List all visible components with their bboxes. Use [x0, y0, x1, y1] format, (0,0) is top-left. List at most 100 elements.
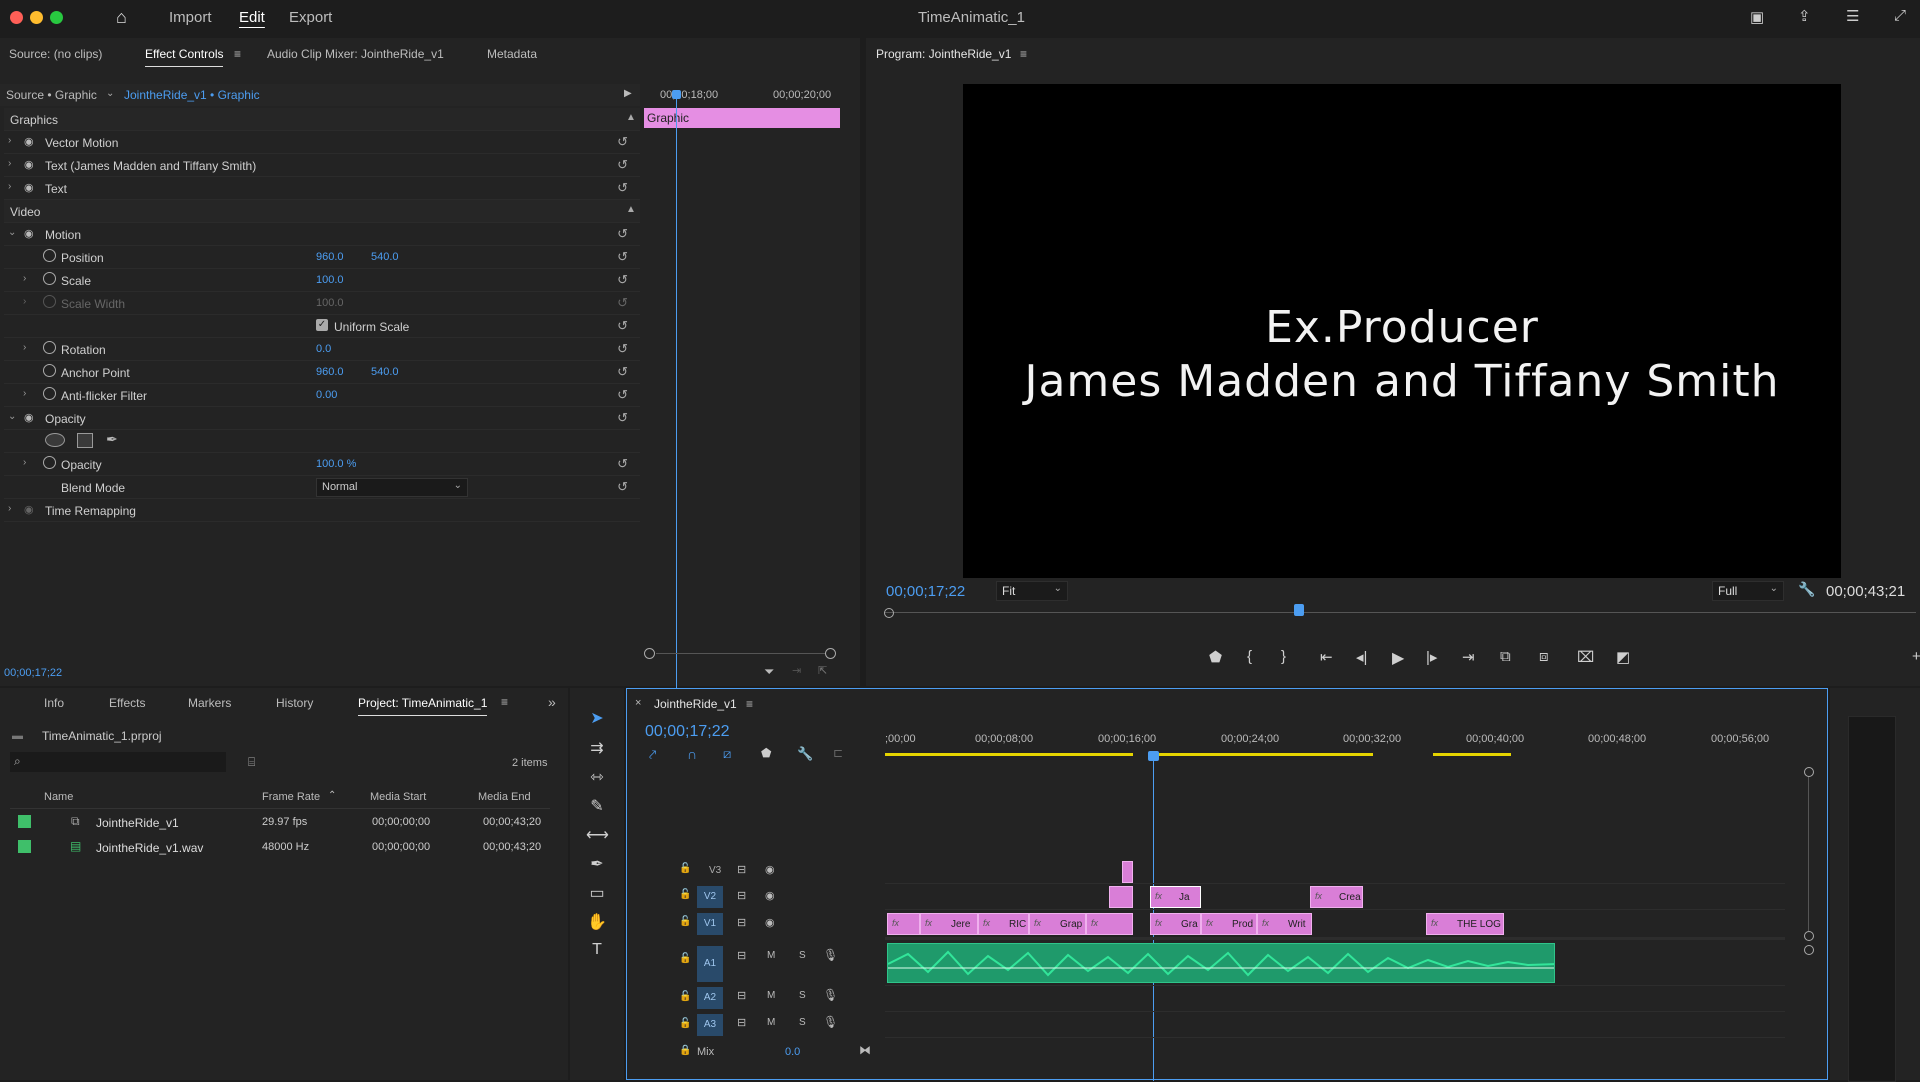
rotation-value[interactable]: 0.0: [316, 343, 331, 355]
v1-clip[interactable]: fx: [887, 913, 920, 935]
column-media-end[interactable]: Media End: [478, 791, 531, 803]
label-color-swatch[interactable]: [18, 815, 31, 828]
chevron-right-icon[interactable]: ›: [8, 181, 11, 192]
menu-export[interactable]: Export: [289, 9, 332, 26]
a1-audio-clip[interactable]: [887, 943, 1555, 983]
eye-icon[interactable]: ◉: [765, 863, 775, 876]
antiflicker-value[interactable]: 0.00: [316, 389, 337, 401]
source-selector[interactable]: Source • Graphic: [6, 88, 97, 102]
reset-icon[interactable]: ↺: [617, 456, 628, 472]
lock-icon[interactable]: 🔓: [679, 953, 691, 964]
snap-magnet-icon[interactable]: ∩: [687, 746, 697, 762]
uniform-scale-checkbox[interactable]: ✓: [316, 319, 328, 331]
stopwatch-icon[interactable]: [43, 272, 56, 285]
v2-clip[interactable]: fx Ja: [1150, 886, 1201, 908]
sequence-selector[interactable]: JointheRide_v1 • Graphic: [124, 88, 260, 102]
new-bin-icon[interactable]: ⌸: [248, 755, 255, 770]
program-video-frame[interactable]: Ex.Producer James Madden and Tiffany Smi…: [963, 84, 1841, 578]
step-back-icon[interactable]: ◂|: [1356, 648, 1367, 666]
reset-icon[interactable]: ↺: [617, 157, 628, 173]
add-button-icon[interactable]: +: [1912, 648, 1920, 665]
reset-icon[interactable]: ↺: [617, 410, 628, 426]
ec-zoom-scrollbar[interactable]: [644, 648, 836, 659]
column-name[interactable]: Name: [44, 791, 73, 803]
pen-tool-icon[interactable]: ✒: [586, 854, 608, 876]
track-label-v3[interactable]: V3: [709, 865, 721, 876]
uniform-scale-row[interactable]: ✓ Uniform Scale ↺: [4, 315, 640, 338]
program-scrub-bar[interactable]: [884, 604, 1916, 620]
export-frame-icon[interactable]: ⌧: [1577, 648, 1594, 666]
ec-playhead-handle[interactable]: [672, 90, 681, 99]
blend-mode-select[interactable]: Normal ⌄: [316, 478, 468, 497]
hand-tool-icon[interactable]: ✋: [586, 912, 608, 934]
workspaces-icon[interactable]: ▣: [1750, 8, 1764, 26]
ec-current-time[interactable]: 00;00;17;22: [4, 667, 62, 679]
v3-clip[interactable]: [1122, 861, 1133, 883]
collapse-up-icon[interactable]: ▲: [626, 204, 636, 215]
column-media-start[interactable]: Media Start: [370, 791, 426, 803]
menu-edit[interactable]: Edit: [239, 9, 265, 26]
chevron-right-icon[interactable]: ›: [23, 273, 26, 284]
chevron-down-icon[interactable]: ⌄: [8, 411, 16, 422]
play-triangle-icon[interactable]: ▶: [624, 88, 632, 99]
panel-menu-icon[interactable]: ≡: [1020, 47, 1027, 61]
motion-row[interactable]: ⌄ ◉ Motion ↺: [4, 223, 640, 246]
eye-icon[interactable]: ◉: [765, 916, 775, 929]
tab-info[interactable]: Info: [44, 696, 64, 710]
blend-mode-row[interactable]: Blend Mode Normal ⌄ ↺: [4, 476, 640, 499]
ec-graphic-clip[interactable]: Graphic: [644, 108, 840, 128]
lock-icon[interactable]: 🔓: [679, 889, 691, 900]
fit-select[interactable]: Fit ⌄: [996, 581, 1068, 601]
panel-menu-icon[interactable]: ≡: [501, 695, 508, 709]
reset-icon[interactable]: ↺: [617, 249, 628, 265]
timeline-playhead-handle[interactable]: [1148, 751, 1159, 761]
stopwatch-icon[interactable]: [43, 387, 56, 400]
anchor-point-row[interactable]: Anchor Point 960.0 540.0 ↺: [4, 361, 640, 384]
zoom-window-button[interactable]: [50, 11, 63, 24]
more-panels-icon[interactable]: »: [548, 694, 556, 710]
track-label-a2[interactable]: A2: [697, 987, 723, 1009]
mute-button[interactable]: M: [767, 990, 775, 1001]
antiflicker-row[interactable]: › Anti-flicker Filter 0.00 ↺: [4, 384, 640, 407]
v2-clip[interactable]: [1109, 886, 1133, 908]
text-row[interactable]: › ◉ Text ↺: [4, 177, 640, 200]
close-tab-icon[interactable]: ×: [635, 697, 641, 709]
anchor-x-value[interactable]: 960.0: [316, 366, 344, 378]
solo-button[interactable]: S: [799, 1017, 806, 1028]
rectangle-mask-icon[interactable]: [77, 433, 93, 448]
reset-icon[interactable]: ↺: [617, 226, 628, 242]
timeline-current-time[interactable]: 00;00;17;22: [645, 723, 730, 741]
close-window-button[interactable]: [10, 11, 23, 24]
sync-lock-icon[interactable]: ⊟: [737, 949, 746, 962]
ec-playhead[interactable]: [676, 94, 677, 688]
stopwatch-icon[interactable]: [43, 456, 56, 469]
lock-icon[interactable]: 🔓: [679, 863, 691, 874]
solo-button[interactable]: S: [799, 990, 806, 1001]
tab-source[interactable]: Source: (no clips): [9, 47, 102, 61]
type-tool-icon[interactable]: T: [586, 941, 608, 963]
add-marker-icon[interactable]: ⬟: [761, 746, 771, 760]
tab-audio-clip-mixer[interactable]: Audio Clip Mixer: JointheRide_v1: [267, 47, 444, 61]
add-marker-icon[interactable]: ⬟: [1209, 648, 1222, 666]
time-remapping-row[interactable]: › ◉ Time Remapping: [4, 499, 640, 522]
v1-clip[interactable]: fx Jere: [920, 913, 978, 935]
position-y-value[interactable]: 540.0: [371, 251, 399, 263]
tab-sequence[interactable]: JointheRide_v1: [654, 697, 737, 711]
nest-icon[interactable]: ⤤: [649, 747, 656, 763]
stopwatch-icon[interactable]: [43, 364, 56, 377]
step-forward-icon[interactable]: |▸: [1426, 648, 1437, 666]
opacity-value[interactable]: 100.0 %: [316, 458, 356, 470]
slip-tool-icon[interactable]: ⟷: [586, 825, 609, 847]
comparison-view-icon[interactable]: ◩: [1616, 648, 1630, 666]
eye-icon[interactable]: ◉: [24, 227, 34, 240]
go-to-end-icon[interactable]: ⧓: [859, 1043, 871, 1057]
minimize-window-button[interactable]: [30, 11, 43, 24]
play-icon[interactable]: ▶: [1392, 648, 1404, 668]
timeline-vertical-scrollbar[interactable]: [1804, 767, 1814, 1079]
quick-menu-icon[interactable]: ☰: [1846, 7, 1859, 25]
snap-icon[interactable]: ⇱: [818, 664, 827, 677]
chevron-right-icon[interactable]: ›: [8, 158, 11, 169]
tab-effect-controls[interactable]: Effect Controls: [145, 47, 224, 67]
opacity-section-row[interactable]: ⌄ ◉ Opacity ↺: [4, 407, 640, 430]
wrench-icon[interactable]: 🔧: [1798, 581, 1815, 598]
